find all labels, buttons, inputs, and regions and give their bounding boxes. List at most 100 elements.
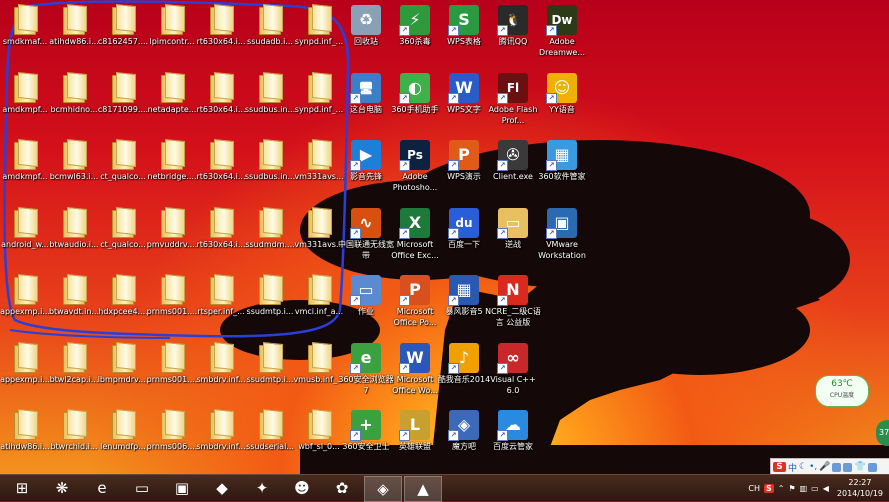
shortcut-arrow-icon: ↗ <box>546 92 557 104</box>
shortcut-arrow-icon: ↗ <box>350 227 361 239</box>
folder-icon <box>59 73 89 103</box>
desktop-shortcut-label: VMware Workstation <box>538 239 586 260</box>
league-of-legends-icon: L ↗ <box>399 410 430 441</box>
folder-icon <box>59 410 89 440</box>
desktop-shortcut-label: Adobe Dreamwe... <box>539 37 585 57</box>
baidu-icon: du ↗ <box>448 207 479 239</box>
folder-icon <box>108 410 138 440</box>
mofang-icon: ◈ ↗ <box>448 410 479 441</box>
word-icon: W ↗ <box>399 342 430 374</box>
folder-icon <box>157 275 187 305</box>
desktop-shortcut-label: Visual C++ 6.0 <box>490 374 536 395</box>
folder-icon <box>255 343 285 373</box>
shortcut-arrow-icon: ↗ <box>497 362 508 374</box>
folder-icon <box>206 410 236 440</box>
taskbar-app-mofang[interactable]: ◈ <box>364 476 402 502</box>
shortcut-arrow-icon: ↗ <box>350 295 361 306</box>
taskbar-app-explorer[interactable]: ▭ <box>124 476 160 500</box>
recycle-bin-icon: ♻ <box>351 5 381 35</box>
desktop-shortcut[interactable]: Dw ↗ Adobe Dreamwe... <box>532 3 592 65</box>
volume-icon[interactable]: ◀ <box>823 484 829 493</box>
folder-icon <box>255 208 285 238</box>
desktop-shortcut[interactable]: ☺ ↗ YY语音 <box>532 71 592 133</box>
taskbar-app-store[interactable]: ▣ <box>164 476 200 500</box>
punctuation-icon[interactable]: •, <box>809 462 817 472</box>
taskbar-app-ie[interactable]: e <box>84 476 120 500</box>
shortcut-arrow-icon: ↗ <box>448 362 459 374</box>
shortcut-arrow-icon: ↗ <box>399 160 410 171</box>
language-indicator[interactable]: CH <box>748 484 760 493</box>
skin-icon[interactable] <box>843 462 853 472</box>
shirt-icon[interactable]: 👕 <box>854 462 865 472</box>
clock[interactable]: 22:27 2014/10/19 <box>837 477 883 499</box>
desktop-shortcut-label: YY语音 <box>549 104 575 114</box>
desktop-shortcut[interactable]: N ↗ NCRE_二级C语言 公益版 <box>483 273 543 335</box>
clock-time: 22:27 <box>848 478 872 487</box>
360-safe-guard-icon: + ↗ <box>350 410 381 441</box>
media-player-icon: ▶ ↗ <box>350 140 381 171</box>
start-button[interactable]: ⊞ <box>4 476 40 500</box>
toolbox-icon[interactable] <box>867 462 877 472</box>
shortcut-arrow-icon: ↗ <box>448 227 459 239</box>
desktop-shortcut-label: 360软件管家 <box>538 172 586 181</box>
qq-penguin-icon: 🐧 ↗ <box>497 5 528 36</box>
folder-icon <box>304 410 334 440</box>
desktop-shortcut[interactable]: ▦ ↗ 360软件管家 <box>532 138 592 200</box>
folder-icon <box>59 343 89 373</box>
folder-icon <box>304 5 334 35</box>
desktop[interactable]: smdkmaf... atihdw86.i... c8162457.... lpimc… <box>0 0 889 476</box>
desktop-shortcut[interactable]: ☁ ↗ 百度云管家 <box>483 408 543 470</box>
taskbar-app-baidu[interactable]: ✿ <box>324 476 360 500</box>
shortcut-arrow-icon: ↗ <box>399 227 410 239</box>
360-phone-assistant-icon: ◐ ↗ <box>399 72 430 104</box>
ime-mode-toggle[interactable]: 中 <box>788 461 797 474</box>
shortcut-arrow-icon: ↗ <box>350 160 361 171</box>
desktop-shortcut[interactable]: ∞ ↗ Visual C++ 6.0 <box>483 341 543 403</box>
battery-icon[interactable]: ▭ <box>811 484 819 493</box>
vmware-icon: ▣ ↗ <box>546 207 577 239</box>
taskbar-app-picasa[interactable]: ❋ <box>44 476 80 500</box>
folder-icon <box>255 275 285 305</box>
photoshop-icon: Ps ↗ <box>399 140 430 171</box>
folder-icon <box>157 410 187 440</box>
nizhan-folder-icon: ▭ ↗ <box>497 207 528 239</box>
cpu-temp-gadget[interactable]: 63℃ CPU温度 <box>815 375 869 407</box>
moon-icon[interactable]: ☾ <box>799 462 807 472</box>
sogou-tray-icon[interactable]: S <box>763 483 774 493</box>
sogou-logo-icon[interactable]: S <box>773 462 786 472</box>
folder-icon <box>206 5 236 35</box>
taskbar-app-qq[interactable]: ☻ <box>284 476 320 500</box>
folder-icon <box>255 73 285 103</box>
network-icon[interactable]: ▥ <box>800 484 808 493</box>
this-pc-icon: 🖥 ↗ <box>350 72 381 104</box>
folder-icon <box>59 140 89 170</box>
desktop-shortcut[interactable]: ▣ ↗ VMware Workstation <box>532 206 592 268</box>
360-antivirus-icon: ⚡ ↗ <box>399 5 430 36</box>
chevron-up-icon[interactable]: ⌃ <box>778 484 785 493</box>
folder-icon <box>59 208 89 238</box>
keyboard-icon[interactable] <box>832 462 842 472</box>
taskbar-app-bee[interactable]: ✦ <box>244 476 280 500</box>
homework-icon: ▭ ↗ <box>350 275 381 306</box>
folder-icon <box>157 343 187 373</box>
shortcut-arrow-icon: ↗ <box>448 25 459 36</box>
shortcut-arrow-icon: ↗ <box>350 92 361 104</box>
folder-icon <box>206 208 236 238</box>
wps-writer-icon: W ↗ <box>448 72 479 104</box>
mic-icon[interactable]: 🎤 <box>819 462 830 472</box>
powerpoint-icon: P ↗ <box>399 275 430 306</box>
shortcut-arrow-icon: ↗ <box>350 362 361 374</box>
folder-icon <box>10 275 40 305</box>
china-unicom-icon: ∿ ↗ <box>350 207 381 239</box>
flag-icon[interactable]: ⚑ <box>788 484 795 493</box>
shortcut-arrow-icon: ↗ <box>448 92 459 104</box>
taskbar-app-screenshot[interactable]: ▲ <box>404 476 442 502</box>
taskbar-app-skype-shell[interactable]: ◆ <box>204 476 240 500</box>
side-floating-ball[interactable]: 37 <box>876 420 889 446</box>
folder-icon <box>255 5 285 35</box>
yy-voice-icon: ☺ ↗ <box>546 72 577 104</box>
shortcut-arrow-icon: ↗ <box>546 25 557 36</box>
clock-date: 2014/10/19 <box>836 489 883 498</box>
ncre-icon: N ↗ <box>497 275 528 306</box>
folder-icon <box>157 140 187 170</box>
